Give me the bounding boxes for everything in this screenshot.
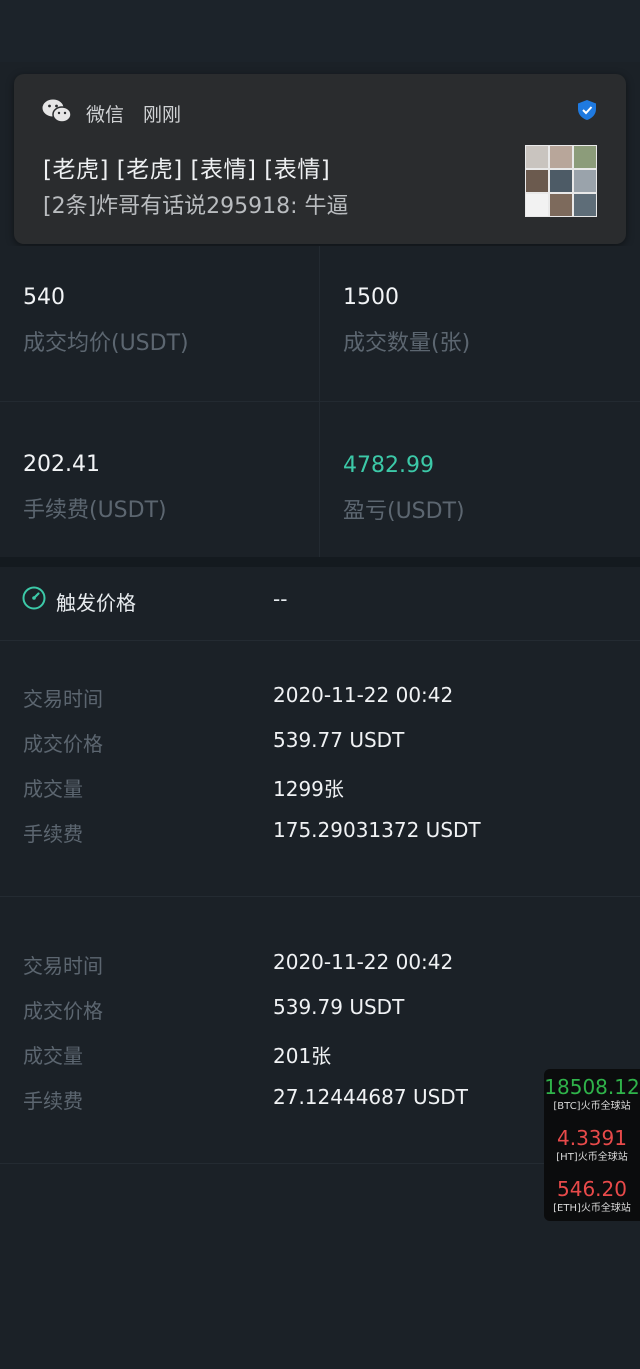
trade-time-row: 交易时间 2020-11-22 00:42	[0, 683, 640, 713]
ticker-item-ht: 4.3391 [HT]火币全球站	[544, 1127, 640, 1165]
avg-price-label: 成交均价(USDT)	[23, 331, 189, 356]
section-divider	[0, 640, 640, 641]
trigger-price-label: 触发价格	[56, 591, 136, 615]
trade-qty-value: 1299张	[273, 777, 344, 801]
status-bar	[0, 0, 640, 62]
ticker-price: 546.20	[557, 1177, 627, 1201]
grid-divider	[319, 246, 320, 558]
trade-price-value: 539.79 USDT	[273, 995, 405, 1019]
trade-qty-value: 201张	[273, 1044, 332, 1068]
trigger-price-value: --	[273, 587, 288, 611]
trigger-gauge-icon	[22, 586, 46, 610]
trade-fee-label: 手续费	[23, 822, 83, 846]
price-ticker-widget[interactable]: 18508.12 [BTC]火币全球站 4.3391 [HT]火币全球站 546…	[544, 1069, 640, 1221]
trade-fee-row: 手续费 175.29031372 USDT	[0, 818, 640, 848]
ticker-price: 4.3391	[557, 1126, 627, 1150]
trade-price-row: 成交价格 539.77 USDT	[0, 728, 640, 758]
trade-time-label: 交易时间	[23, 954, 103, 978]
trade-qty-label: 成交量	[23, 1044, 83, 1068]
ticker-source: [HT]火币全球站	[556, 1152, 628, 1163]
pnl-label: 盈亏(USDT)	[343, 499, 465, 524]
ticker-source: [BTC]火币全球站	[553, 1101, 631, 1112]
pnl-value: 4782.99	[343, 453, 434, 478]
notification-time: 刚刚	[143, 104, 182, 126]
wechat-notification[interactable]: 微信 刚刚 [老虎] [老虎] [表情] [表情] [2条]炸哥有话说29591…	[14, 74, 626, 244]
ticker-source: [ETH]火币全球站	[553, 1203, 631, 1214]
section-divider	[0, 557, 640, 567]
section-divider	[0, 896, 640, 897]
order-summary: 540 成交均价(USDT) 1500 成交数量(张) 202.41 手续费(U…	[0, 246, 640, 558]
avg-price-value: 540	[23, 285, 65, 310]
trade-fee-label: 手续费	[23, 1089, 83, 1113]
trade-qty-row: 成交量 1299张	[0, 773, 640, 803]
trade-qty-row: 成交量 201张	[0, 1040, 640, 1070]
fee-value: 202.41	[23, 452, 100, 477]
trade-price-row: 成交价格 539.79 USDT	[0, 995, 640, 1025]
trade-price-label: 成交价格	[23, 732, 103, 756]
trade-fee-value: 175.29031372 USDT	[273, 818, 481, 842]
trade-time-row: 交易时间 2020-11-22 00:42	[0, 950, 640, 980]
wechat-icon	[42, 99, 72, 123]
quantity-label: 成交数量(张)	[343, 331, 471, 356]
notification-message-title: [老虎] [老虎] [表情] [表情]	[43, 157, 331, 183]
trade-qty-label: 成交量	[23, 777, 83, 801]
trade-price-label: 成交价格	[23, 999, 103, 1023]
trade-time-value: 2020-11-22 00:42	[273, 683, 454, 707]
fee-label: 手续费(USDT)	[23, 498, 167, 523]
ticker-price: 18508.12	[544, 1075, 640, 1099]
notification-message-body: [2条]炸哥有话说295918: 牛逼	[43, 194, 349, 219]
notification-app-name: 微信	[86, 104, 125, 126]
group-avatar	[525, 145, 597, 217]
trade-fee-value: 27.12444687 USDT	[273, 1085, 468, 1109]
trade-price-value: 539.77 USDT	[273, 728, 405, 752]
ticker-item-eth: 546.20 [ETH]火币全球站	[544, 1178, 640, 1216]
grid-divider	[0, 401, 640, 402]
shield-icon	[578, 100, 596, 120]
trade-time-label: 交易时间	[23, 687, 103, 711]
ticker-item-btc: 18508.12 [BTC]火币全球站	[544, 1076, 640, 1114]
quantity-value: 1500	[343, 285, 399, 310]
trade-time-value: 2020-11-22 00:42	[273, 950, 454, 974]
